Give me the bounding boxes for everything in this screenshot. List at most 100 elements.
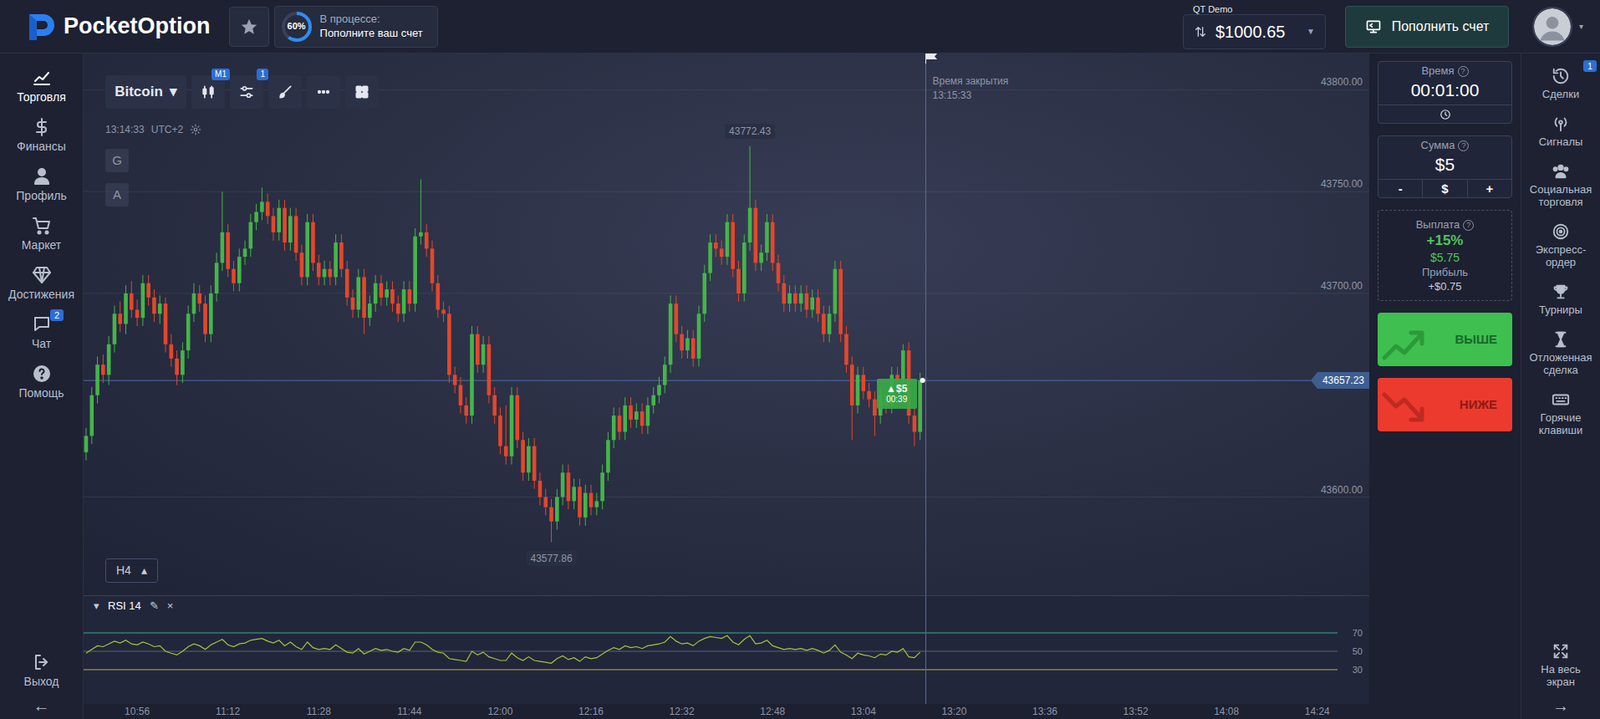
timeframe-button[interactable]: H4▴ [105, 558, 158, 583]
sidebar-item[interactable]: Достижения [0, 259, 83, 309]
candle [407, 280, 413, 312]
chart-type-button[interactable]: M1 [191, 75, 225, 109]
sidebar-label: Профиль [15, 188, 67, 204]
grid-line [83, 191, 1370, 193]
sidebar-item[interactable]: Чат2 [0, 308, 83, 358]
time-axis-label: 13:52 [1123, 704, 1149, 719]
asset-caret: ▾ [169, 81, 178, 103]
chart-area[interactable]: Bitcoin▾M1113:14:33UTC+2GAH4▴43800.00437… [83, 53, 1370, 596]
right-sidebar-item[interactable]: Горячие клавиши [1521, 383, 1600, 444]
candle [95, 356, 100, 403]
layout-button[interactable] [345, 75, 379, 109]
candle [782, 275, 787, 312]
amount-field[interactable]: Сумма?$5-$+ [1377, 135, 1513, 199]
candle [186, 305, 191, 359]
amount-step-button[interactable]: - [1378, 179, 1422, 198]
right-sidebar-label: Социальная торговля [1526, 183, 1595, 209]
asset-name: Bitcoin [114, 81, 164, 103]
amount-value[interactable]: $5 [1378, 152, 1512, 179]
logout-item[interactable]: Выход [0, 646, 83, 696]
asset-selector[interactable]: Bitcoin▾ [105, 75, 187, 109]
sidebar-label: Помощь [18, 386, 64, 401]
fullscreen-item[interactable]: На весь экран [1521, 635, 1600, 696]
right-sidebar-item[interactable]: Сигналы [1521, 107, 1600, 156]
favorites-button[interactable] [229, 6, 270, 47]
sidebar-item[interactable]: Финансы [0, 111, 83, 161]
help-icon[interactable]: ? [1457, 140, 1469, 152]
open-trade-marker[interactable]: ▲$500:39 [876, 378, 918, 409]
rsi-close-button[interactable]: × [167, 599, 174, 613]
sidebar-item[interactable]: Помощь [0, 357, 83, 408]
time-field[interactable]: Время?00:01:00 [1377, 61, 1513, 124]
right-sidebar-item[interactable]: Отложенная сделка [1521, 323, 1600, 384]
sell-lower-button[interactable]: НИЖЕ [1377, 377, 1513, 432]
candle [589, 484, 594, 516]
right-sidebar-item[interactable]: Турниры [1521, 275, 1600, 324]
drawing-button[interactable] [268, 75, 302, 109]
candle [787, 285, 792, 312]
account-switcher[interactable]: QT Demo$1000.65▼ [1182, 4, 1326, 50]
social-trading-icon [1551, 162, 1570, 181]
candle [560, 464, 566, 506]
right-sidebar-item[interactable]: Сделки1 [1521, 60, 1600, 108]
candle [611, 407, 617, 449]
amount-step-button[interactable]: + [1467, 179, 1512, 198]
candle [220, 191, 225, 271]
more-button[interactable] [306, 75, 341, 109]
candle [487, 336, 492, 403]
buy-higher-button[interactable]: ВЫШЕ [1377, 312, 1513, 367]
sidebar-item[interactable]: Торговля [0, 61, 83, 112]
rsi-edit-button[interactable]: ✎ [149, 599, 159, 613]
sidebar-label: Достижения [8, 287, 75, 302]
close-time-value: 13:15:33 [932, 88, 1009, 103]
candle [152, 289, 157, 322]
help-icon[interactable]: ? [1457, 66, 1469, 77]
time-value[interactable]: 00:01:00 [1378, 77, 1512, 105]
right-sidebar-item[interactable]: Социальная торговля [1521, 155, 1600, 216]
candle [622, 397, 627, 440]
candle [101, 354, 106, 383]
candle [838, 260, 843, 342]
logo[interactable]: PocketOption [26, 11, 211, 42]
candle [135, 299, 140, 327]
progress-ring: 60% [280, 10, 314, 44]
candle [646, 397, 651, 434]
sidebar-item[interactable]: Профиль [0, 160, 83, 210]
timezone[interactable]: UTC+2 [151, 123, 184, 136]
chart-side-button[interactable]: A [105, 183, 129, 207]
candle [333, 234, 338, 286]
deposit-button[interactable]: Пополнить счет [1345, 5, 1509, 48]
profile-menu[interactable]: ▾ [1532, 6, 1584, 47]
candle [300, 244, 305, 286]
timeframe-label: H4 [116, 561, 132, 580]
amount-step-button[interactable]: $ [1421, 179, 1467, 198]
candle [821, 305, 826, 343]
logo-text: PocketOption [63, 15, 211, 38]
time-mode-row[interactable] [1378, 104, 1512, 123]
progress-widget[interactable]: 60%В процессе:Пополните ваш счет [274, 5, 439, 48]
fullscreen-icon [1551, 642, 1570, 661]
expand-sidebar-button[interactable]: → [1521, 695, 1600, 718]
signals-icon [1551, 114, 1570, 133]
candle [339, 234, 344, 277]
candle [174, 350, 179, 385]
rsi-collapse-button[interactable]: ▾ [93, 599, 100, 613]
candle [117, 301, 123, 333]
chart-toolbar: Bitcoin▾M11 [105, 75, 379, 109]
candle [396, 295, 401, 322]
candle [254, 203, 259, 231]
help-icon[interactable]: ? [1462, 219, 1474, 231]
sidebar-item[interactable]: Маркет [0, 209, 83, 260]
field-label: Выплата [1416, 218, 1461, 232]
indicators-button[interactable]: 1 [229, 75, 264, 109]
main-area: ТорговляФинансы Профиль Маркет Достижения Ча… [0, 53, 1600, 719]
right-sidebar-item[interactable]: Экспресс-ордер [1521, 215, 1600, 276]
candle [799, 285, 804, 312]
trade-direction: ▲ [886, 382, 897, 395]
candle [793, 285, 798, 312]
chart-side-button[interactable]: G [105, 148, 129, 173]
collapse-sidebar-button[interactable]: ← [0, 695, 83, 718]
right-bottom: На весь экран→ [1521, 635, 1600, 718]
candle [583, 484, 588, 526]
account-box[interactable]: $1000.65▼ [1182, 14, 1326, 50]
